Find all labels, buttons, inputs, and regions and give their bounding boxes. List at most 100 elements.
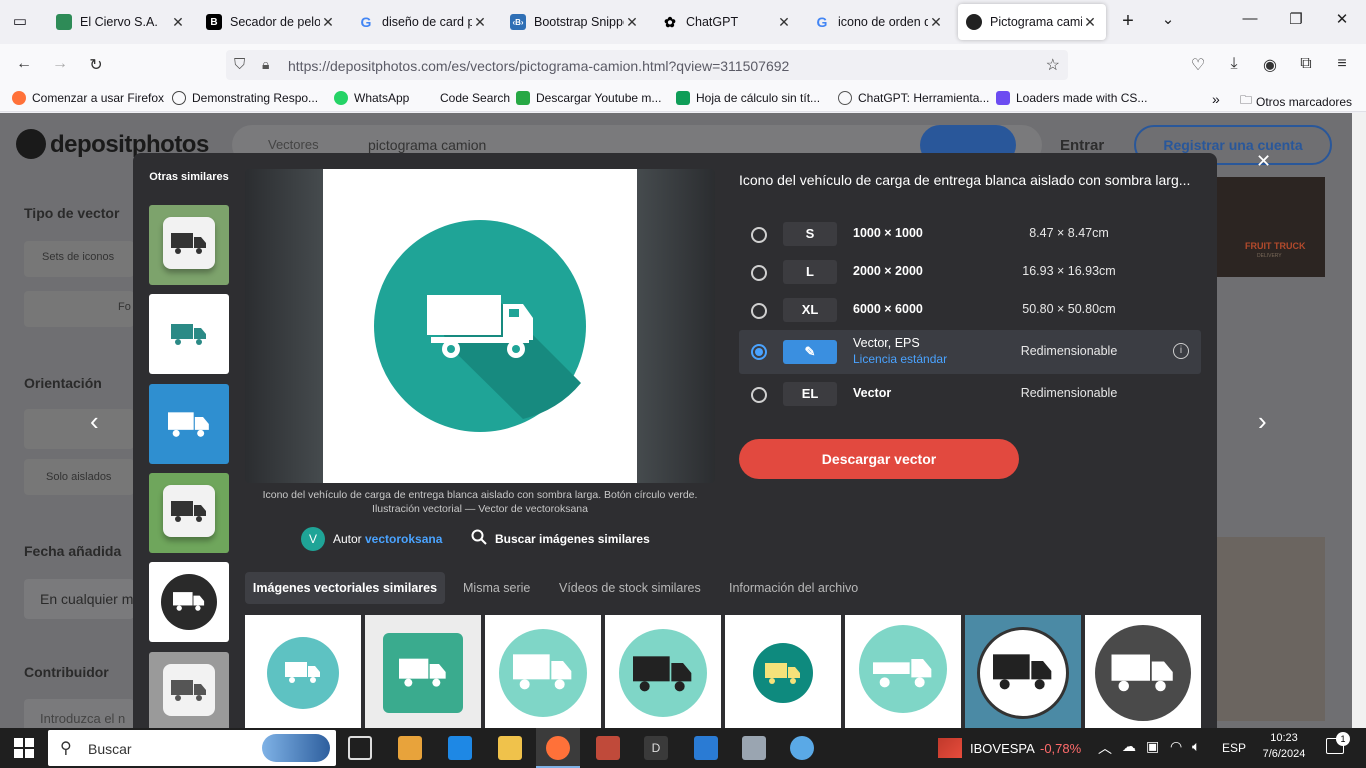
- chevron-down-icon[interactable]: ⌄: [1156, 10, 1180, 34]
- close-tab-icon[interactable]: ✕: [928, 14, 944, 31]
- site-search-query[interactable]: pictograma camion: [368, 137, 486, 153]
- bookmark-sheet[interactable]: Hoja de cálculo sin tít...: [676, 91, 820, 105]
- next-image-arrow-icon[interactable]: ›: [1258, 406, 1267, 437]
- login-link[interactable]: Entrar: [1060, 137, 1104, 154]
- wifi-icon[interactable]: ◠: [1170, 738, 1182, 755]
- download-icon[interactable]: ⤓: [1224, 55, 1244, 75]
- volume-icon[interactable]: 🔈︎: [1192, 738, 1200, 755]
- restore-icon[interactable]: ❐: [1284, 10, 1308, 34]
- firefox-icon[interactable]: [546, 736, 570, 760]
- download-vector-button[interactable]: Descargar vector: [739, 439, 1019, 479]
- tab-similar-vectors[interactable]: Imágenes vectoriales similares: [245, 572, 445, 604]
- size-radio[interactable]: [751, 303, 767, 319]
- similar-result-tile[interactable]: [725, 615, 841, 728]
- size-radio[interactable]: [751, 227, 767, 243]
- account-icon[interactable]: ◉: [1260, 55, 1280, 75]
- license-link[interactable]: Licencia estándar: [853, 352, 947, 366]
- bookmark-code-search[interactable]: Code Search: [420, 91, 510, 105]
- background-result-card[interactable]: FRUIT TRUCK DELIVERY: [1217, 177, 1325, 277]
- close-tab-icon[interactable]: ✕: [624, 14, 640, 31]
- language-indicator[interactable]: ESP: [1222, 741, 1246, 755]
- bookmark-loaders[interactable]: Loaders made with CS...: [996, 91, 1147, 105]
- size-radio-selected[interactable]: [751, 344, 767, 360]
- lock-icon[interactable]: 🔒︎: [262, 56, 269, 73]
- bookmark-youtube-downloader[interactable]: Descargar Youtube m...: [516, 91, 661, 105]
- menu-icon[interactable]: ≡: [1332, 55, 1352, 75]
- bookmark-star-icon[interactable]: ☆: [1046, 55, 1060, 75]
- tab-icono-orden[interactable]: G icono de orden de ✕: [806, 4, 952, 40]
- author-link[interactable]: vectoroksana: [365, 532, 442, 546]
- tab-stock-videos[interactable]: Vídeos de stock similares: [559, 581, 701, 595]
- forward-icon[interactable]: →: [50, 55, 70, 75]
- size-option-xl[interactable]: XL 6000 × 6000 50.80 × 50.80cm: [739, 291, 1201, 329]
- photos-icon[interactable]: [596, 736, 620, 760]
- app-d-icon[interactable]: D: [644, 736, 668, 760]
- onedrive-cloud-icon[interactable]: ☁: [1122, 738, 1136, 755]
- similar-result-tile[interactable]: [365, 615, 481, 728]
- close-tab-icon[interactable]: ✕: [776, 14, 792, 31]
- size-option-l[interactable]: L 2000 × 2000 16.93 × 16.93cm: [739, 253, 1201, 291]
- taskbar-search-box[interactable]: ⚲ Buscar: [48, 730, 336, 766]
- similar-thumbnail[interactable]: [149, 562, 229, 642]
- size-radio[interactable]: [751, 265, 767, 281]
- filter-photo[interactable]: Fo: [24, 291, 134, 327]
- mail-icon[interactable]: [448, 736, 472, 760]
- tab-bootstrap[interactable]: ‹B› Bootstrap Snippet ✕: [502, 4, 648, 40]
- back-icon[interactable]: ←: [14, 55, 34, 75]
- reload-icon[interactable]: ↻: [86, 55, 106, 75]
- orientation-options[interactable]: [24, 409, 134, 449]
- similar-result-tile[interactable]: [845, 615, 961, 728]
- bookmark-demonstrating[interactable]: Demonstrating Respo...: [172, 91, 318, 105]
- previous-image-arrow-icon[interactable]: ‹: [90, 406, 99, 437]
- pocket-icon[interactable]: ♡: [1188, 55, 1208, 75]
- windows-start-icon[interactable]: [14, 738, 34, 758]
- url-bar[interactable]: ⛉ 🔒︎ https://depositphotos.com/es/vector…: [226, 50, 1068, 80]
- similar-thumbnail[interactable]: [149, 205, 229, 285]
- tab-list-icon[interactable]: ▭: [10, 12, 30, 32]
- new-tab-icon[interactable]: +: [1116, 10, 1140, 34]
- page-scrollbar[interactable]: [1352, 113, 1366, 728]
- size-option-el[interactable]: EL Vector Redimensionable: [739, 375, 1201, 413]
- similar-result-tile[interactable]: [965, 615, 1081, 728]
- shield-icon[interactable]: ⛉: [234, 56, 245, 73]
- search-similar-link[interactable]: Buscar imágenes similares: [495, 532, 650, 546]
- clock-time[interactable]: 10:23: [1256, 732, 1312, 744]
- size-radio[interactable]: [751, 387, 767, 403]
- filter-icon-sets[interactable]: Sets de iconos: [24, 241, 134, 277]
- tab-same-series[interactable]: Misma serie: [463, 581, 530, 595]
- microsoft-store-icon[interactable]: [398, 736, 422, 760]
- background-icons-grid[interactable]: [1217, 537, 1325, 721]
- tab-file-info[interactable]: Información del archivo: [729, 581, 858, 595]
- bookmark-whatsapp[interactable]: WhatsApp: [334, 91, 409, 105]
- stock-name[interactable]: IBOVESPA: [970, 741, 1035, 756]
- tab-pictograma[interactable]: Pictograma camio ✕: [958, 4, 1106, 40]
- similar-thumbnail[interactable]: [149, 384, 229, 464]
- size-option-s[interactable]: S 1000 × 1000 8.47 × 8.47cm: [739, 215, 1201, 253]
- close-tab-icon[interactable]: ✕: [170, 14, 186, 31]
- size-option-vector[interactable]: ✎ Vector, EPS Licencia estándar Redimens…: [739, 330, 1201, 374]
- contributor-input[interactable]: Introduzca el n: [24, 699, 134, 728]
- vscode-icon[interactable]: [694, 736, 718, 760]
- search-type-select[interactable]: Vectores: [268, 137, 319, 152]
- date-added-select[interactable]: En cualquier m: [24, 579, 134, 619]
- paint-icon[interactable]: [790, 736, 814, 760]
- close-tab-icon[interactable]: ✕: [472, 14, 488, 31]
- similar-thumbnail[interactable]: [149, 473, 229, 553]
- minimize-icon[interactable]: —: [1238, 10, 1262, 34]
- close-tab-icon[interactable]: ✕: [1082, 14, 1098, 31]
- similar-result-tile[interactable]: [485, 615, 601, 728]
- other-bookmarks[interactable]: 🗀︎ Otros marcadores: [1240, 91, 1352, 112]
- bookmark-firefox[interactable]: Comenzar a usar Firefox: [12, 91, 164, 105]
- meet-icon[interactable]: ▣: [1146, 738, 1159, 755]
- author-avatar[interactable]: V: [301, 527, 325, 551]
- tab-el-ciervo[interactable]: El Ciervo S.A. ✕: [48, 4, 194, 40]
- tab-secador[interactable]: B Secador de pelo B ✕: [198, 4, 344, 40]
- task-view-icon[interactable]: [348, 736, 372, 760]
- only-isolated-filter[interactable]: Solo aislados: [24, 459, 134, 495]
- info-icon[interactable]: i: [1173, 343, 1189, 359]
- more-bookmarks-icon[interactable]: »: [1212, 91, 1220, 107]
- tab-chatgpt[interactable]: ✿ ChatGPT ✕: [654, 4, 800, 40]
- similar-result-tile[interactable]: [1085, 615, 1201, 728]
- preview-image[interactable]: [323, 169, 637, 483]
- file-explorer-icon[interactable]: [498, 736, 522, 760]
